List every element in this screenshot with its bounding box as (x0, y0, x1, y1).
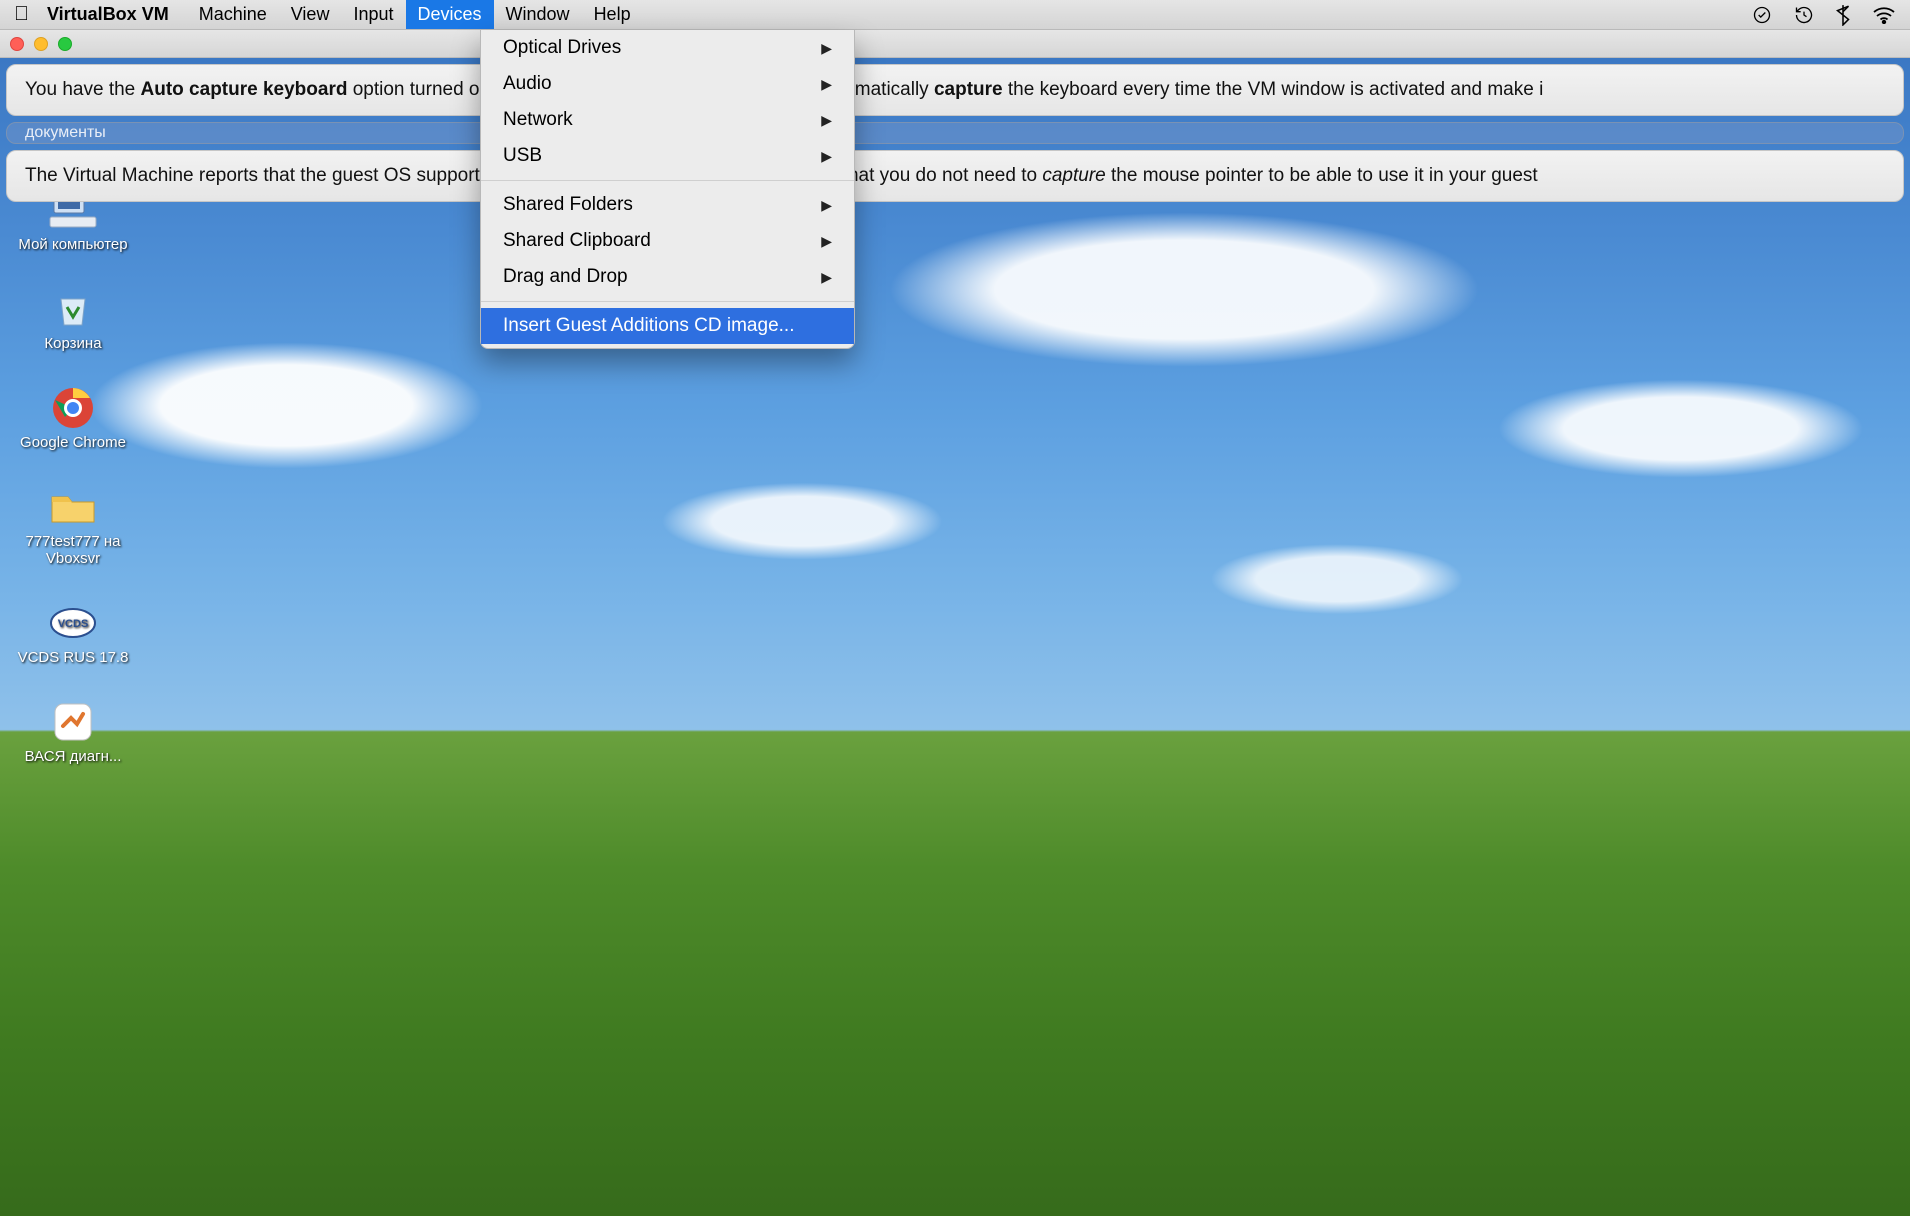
window-titlebar (0, 30, 1910, 58)
chrome-icon (45, 386, 101, 430)
menu-separator (481, 301, 854, 302)
menu-item-network[interactable]: Network ▶ (481, 102, 854, 138)
info-banner-mouse-integration: The Virtual Machine reports that the gue… (6, 150, 1904, 202)
chevron-right-icon: ▶ (821, 112, 832, 129)
menubar-item-devices[interactable]: Devices (406, 0, 494, 29)
desktop-icon-label: Мой компьютер (8, 236, 138, 253)
chevron-right-icon: ▶ (821, 197, 832, 214)
menu-label: Insert Guest Additions CD image... (503, 315, 794, 337)
menu-item-usb[interactable]: USB ▶ (481, 138, 854, 174)
diagnostics-icon (45, 700, 101, 744)
menu-item-shared-folders[interactable]: Shared Folders ▶ (481, 187, 854, 223)
banner-text-italic: capture (1042, 165, 1105, 186)
devices-dropdown-menu: Optical Drives ▶ Audio ▶ Network ▶ USB ▶ Sha… (480, 30, 855, 349)
chevron-right-icon: ▶ (821, 76, 832, 93)
desktop-icon-label: Google Chrome (8, 434, 138, 451)
desktop-icon-recycle-bin[interactable]: Корзина (8, 287, 138, 352)
window-minimize-button[interactable] (34, 37, 48, 51)
menubar-app-name[interactable]: VirtualBox VM (47, 4, 169, 25)
macos-menubar:  VirtualBox VM Machine View Input Devic… (0, 0, 1910, 30)
apple-menu-icon[interactable]:  (14, 3, 29, 26)
chevron-right-icon: ▶ (821, 269, 832, 286)
window-zoom-button[interactable] (58, 37, 72, 51)
menu-label: Drag and Drop (503, 266, 628, 288)
menu-item-shared-clipboard[interactable]: Shared Clipboard ▶ (481, 223, 854, 259)
desktop-icon-shared-folder[interactable]: 777test777 на Vboxsvr (8, 485, 138, 567)
banner-text: The Virtual Machine reports that the gue… (25, 165, 495, 186)
banner-text-bold: Auto capture keyboard (141, 79, 348, 100)
menu-label: Optical Drives (503, 37, 621, 59)
menu-label: Shared Clipboard (503, 230, 651, 252)
xp-bliss-clouds (0, 58, 1910, 1216)
vcds-icon: VCDS (45, 601, 101, 645)
banner-text: the keyboard every time the VM window is… (1003, 79, 1544, 100)
time-machine-icon[interactable] (1794, 5, 1814, 25)
desktop-icon-chrome[interactable]: Google Chrome (8, 386, 138, 451)
chevron-right-icon: ▶ (821, 40, 832, 57)
desktop-icon-vasya[interactable]: ВАСЯ диагн... (8, 700, 138, 765)
xp-window-title: документы (25, 124, 106, 141)
window-traffic-lights (10, 37, 72, 51)
desktop-icon-label: 777test777 на Vboxsvr (8, 533, 138, 567)
clock-check-icon[interactable] (1752, 5, 1772, 25)
banner-text: the mouse pointer to be able to use it i… (1106, 165, 1538, 186)
xp-window-title-strip: документы (6, 122, 1904, 144)
vm-guest-desktop[interactable]: You have the Auto capture keyboard optio… (0, 58, 1910, 1216)
menu-label: Shared Folders (503, 194, 633, 216)
svg-text:VCDS: VCDS (58, 618, 89, 630)
banner-text: You have the (25, 79, 141, 100)
bluetooth-icon[interactable] (1836, 4, 1850, 26)
shared-folder-icon (45, 485, 101, 529)
desktop-icon-vcds[interactable]: VCDS VCDS RUS 17.8 (8, 601, 138, 666)
menu-item-drag-and-drop[interactable]: Drag and Drop ▶ (481, 259, 854, 295)
menu-label: Audio (503, 73, 552, 95)
chevron-right-icon: ▶ (821, 148, 832, 165)
menubar-item-window[interactable]: Window (494, 0, 582, 29)
desktop-icons-column: Мой компьютер Корзина Google Chrome 777t… (8, 188, 138, 765)
desktop-icon-label: Корзина (8, 335, 138, 352)
info-banner-keyboard-capture: You have the Auto capture keyboard optio… (6, 64, 1904, 116)
banner-text-bold: capture (934, 79, 1003, 100)
menubar-item-input[interactable]: Input (341, 0, 405, 29)
menu-item-insert-guest-additions[interactable]: Insert Guest Additions CD image... (481, 308, 854, 344)
menubar-item-view[interactable]: View (279, 0, 342, 29)
wifi-icon[interactable] (1872, 6, 1896, 24)
desktop-icon-label: ВАСЯ диагн... (8, 748, 138, 765)
window-close-button[interactable] (10, 37, 24, 51)
menu-label: USB (503, 145, 542, 167)
menu-item-optical-drives[interactable]: Optical Drives ▶ (481, 30, 854, 66)
menu-item-audio[interactable]: Audio ▶ (481, 66, 854, 102)
menu-label: Network (503, 109, 573, 131)
menu-separator (481, 180, 854, 181)
recycle-bin-icon (45, 287, 101, 331)
menubar-item-machine[interactable]: Machine (187, 0, 279, 29)
menubar-item-help[interactable]: Help (582, 0, 643, 29)
chevron-right-icon: ▶ (821, 233, 832, 250)
desktop-icon-label: VCDS RUS 17.8 (8, 649, 138, 666)
